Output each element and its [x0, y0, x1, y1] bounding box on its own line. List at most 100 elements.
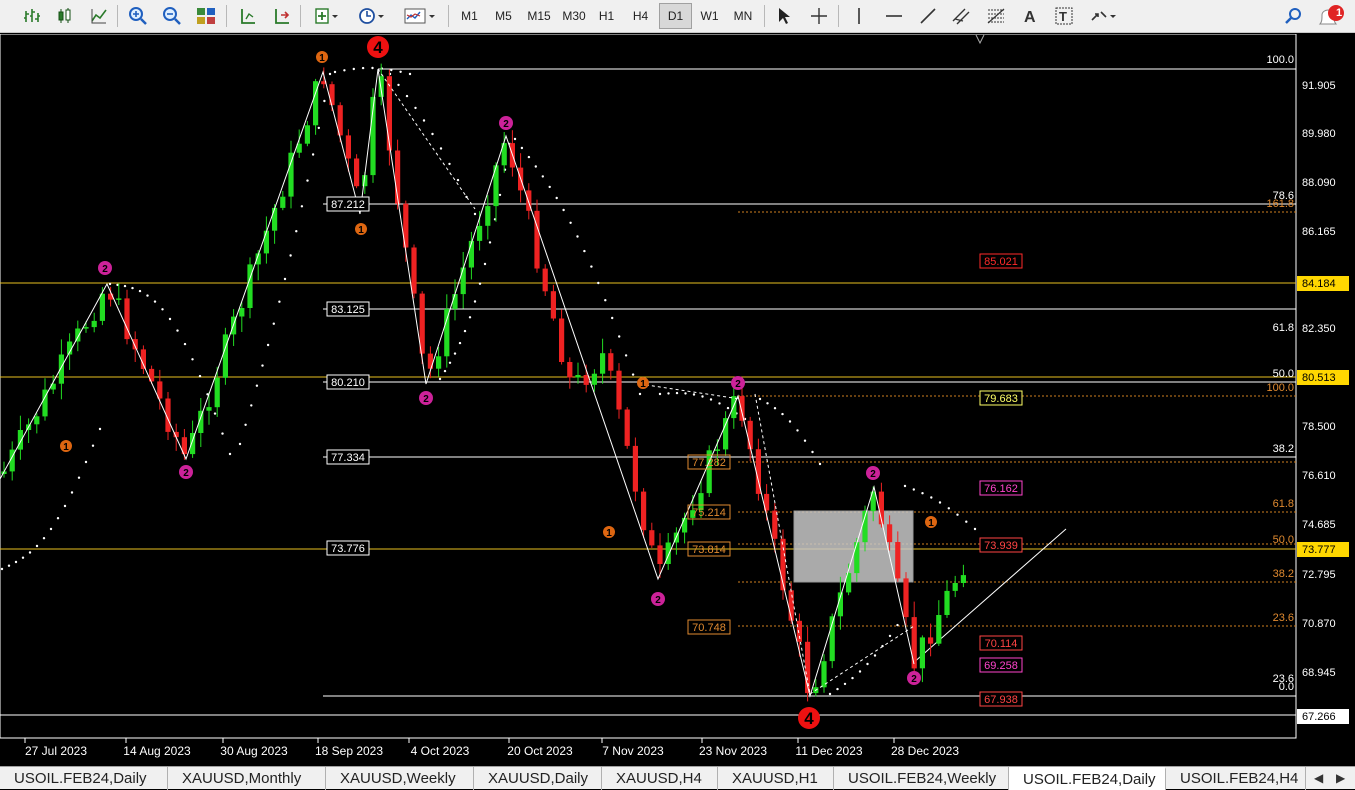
timeframe-m30[interactable]: M30: [556, 3, 592, 29]
sar-dot: [534, 165, 537, 168]
tab-xauusd-weekly[interactable]: XAUUSD,Weekly: [326, 767, 474, 790]
price-axis-label-6: 80.513: [1302, 372, 1336, 384]
price-axis-label-14: 67.266: [1302, 711, 1336, 723]
timeframe-m15[interactable]: M15: [521, 3, 557, 29]
candle-body: [17, 430, 23, 450]
candle-body: [329, 84, 335, 106]
wave-number: 2: [423, 394, 429, 405]
candle-body: [944, 590, 950, 615]
level-label-0: 87.212: [331, 199, 365, 211]
trendline-icon[interactable]: [914, 3, 942, 29]
sar-dot: [692, 393, 696, 396]
candle-body: [485, 206, 491, 226]
sar-dot: [84, 460, 88, 464]
candle-body: [714, 449, 720, 451]
timeframe-m5[interactable]: M5: [487, 3, 520, 29]
date-axis-label-5: 20 Oct 2023: [507, 744, 573, 758]
candlestick-icon[interactable]: [51, 3, 79, 29]
zoom-in-icon[interactable]: [124, 3, 152, 29]
search-icon[interactable]: [1280, 3, 1308, 29]
sar-dot: [631, 373, 635, 376]
sar-dot: [912, 488, 915, 491]
sar-dot: [718, 402, 721, 405]
tab-xauusd-daily[interactable]: XAUUSD,Daily: [474, 767, 602, 790]
sar-dot: [483, 262, 487, 266]
candle-body: [477, 225, 483, 241]
timeframe-h1[interactable]: H1: [590, 3, 623, 29]
tab-usoil-daily-1[interactable]: USOIL.FEB24,Daily: [0, 767, 168, 790]
autoscroll-icon[interactable]: [268, 3, 296, 29]
date-axis-label-3: 18 Sep 2023: [315, 744, 383, 758]
candle-body: [887, 524, 893, 543]
line-chart-icon[interactable]: [85, 3, 113, 29]
sar-dot: [818, 462, 822, 466]
timeframe-h4[interactable]: H4: [624, 3, 657, 29]
tile-windows-icon[interactable]: [192, 3, 220, 29]
text-label-icon[interactable]: T: [1050, 3, 1078, 29]
sar-dot: [399, 70, 402, 73]
sar-dot: [858, 670, 862, 673]
chart-shift-icon[interactable]: [234, 3, 262, 29]
candle-body: [83, 327, 89, 329]
candle-body: [239, 308, 245, 317]
price-axis-label-8: 76.610: [1302, 470, 1336, 482]
wave-number: 1: [319, 53, 325, 64]
sar-dot: [361, 66, 365, 70]
candle-body: [247, 264, 253, 308]
sar-dot: [244, 423, 247, 426]
wave-number: 2: [183, 468, 189, 479]
horizontal-line-icon[interactable]: [880, 3, 908, 29]
sar-dot: [295, 230, 298, 233]
text-tool-icon[interactable]: A: [1016, 3, 1044, 29]
price-chart[interactable]: 87.21283.12580.21077.33473.776100.078.66…: [0, 34, 1355, 764]
svg-text:A: A: [1024, 9, 1036, 25]
sar-dot: [272, 322, 275, 325]
wave-number: 4: [373, 38, 383, 57]
main-toolbar: M1 M5 M15 M30 H1 H4 D1 W1 MN A T 1: [0, 0, 1355, 33]
vertical-line-icon[interactable]: [845, 3, 873, 29]
templates-icon[interactable]: [400, 3, 440, 29]
timeframe-m1[interactable]: M1: [453, 3, 486, 29]
sar-dot: [796, 429, 799, 432]
target-label-6: 67.938: [984, 694, 1018, 706]
wave-number: 2: [911, 674, 917, 685]
arrows-dropdown-icon[interactable]: [1086, 3, 1122, 29]
indicators-icon[interactable]: [309, 3, 345, 29]
wave-number: 1: [358, 225, 364, 236]
zoom-out-icon[interactable]: [158, 3, 186, 29]
bar-chart-icon[interactable]: [18, 3, 46, 29]
date-axis-label-8: 11 Dec 2023: [795, 744, 862, 758]
sar-dot: [828, 692, 832, 696]
level-label-2: 80.210: [331, 377, 365, 389]
tab-usoil-weekly[interactable]: USOIL.FEB24,Weekly: [834, 767, 1009, 790]
sar-dot: [583, 249, 586, 253]
target-zone-box: [793, 510, 914, 583]
price-axis-label-1: 89.980: [1302, 128, 1336, 140]
timeframe-w1[interactable]: W1: [693, 3, 726, 29]
tab-scroll-left-icon[interactable]: ◀: [1314, 771, 1323, 785]
candle-body: [444, 308, 450, 357]
crosshair-icon[interactable]: [805, 3, 833, 29]
candle-body: [919, 637, 925, 669]
timeframe-d1[interactable]: D1: [659, 3, 692, 29]
periods-clock-icon[interactable]: [354, 3, 390, 29]
sar-dot: [123, 284, 127, 288]
tab-scroll-right-icon[interactable]: ▶: [1336, 771, 1345, 785]
fibonacci-icon[interactable]: [982, 3, 1010, 29]
cursor-arrow-icon[interactable]: [770, 3, 798, 29]
candle-body: [99, 293, 105, 321]
tab-xauusd-monthly[interactable]: XAUUSD,Monthly: [168, 767, 326, 790]
tab-usoil-daily-active[interactable]: USOIL.FEB24,Daily: [1009, 767, 1166, 790]
tab-xauusd-h1[interactable]: XAUUSD,H1: [718, 767, 834, 790]
sar-dot: [873, 654, 877, 657]
timeframe-mn[interactable]: MN: [727, 3, 759, 29]
equidistant-channel-icon[interactable]: [948, 3, 976, 29]
tab-usoil-h4[interactable]: USOIL.FEB24,H4: [1166, 767, 1306, 790]
sar-dot: [498, 193, 502, 197]
notifications-icon[interactable]: 1: [1314, 3, 1348, 29]
sar-dot: [352, 67, 355, 71]
tab-xauusd-h4[interactable]: XAUUSD,H4: [602, 767, 718, 790]
level-label-4: 73.776: [331, 543, 365, 555]
sar-dot: [788, 420, 792, 423]
sar-dot: [153, 300, 157, 303]
